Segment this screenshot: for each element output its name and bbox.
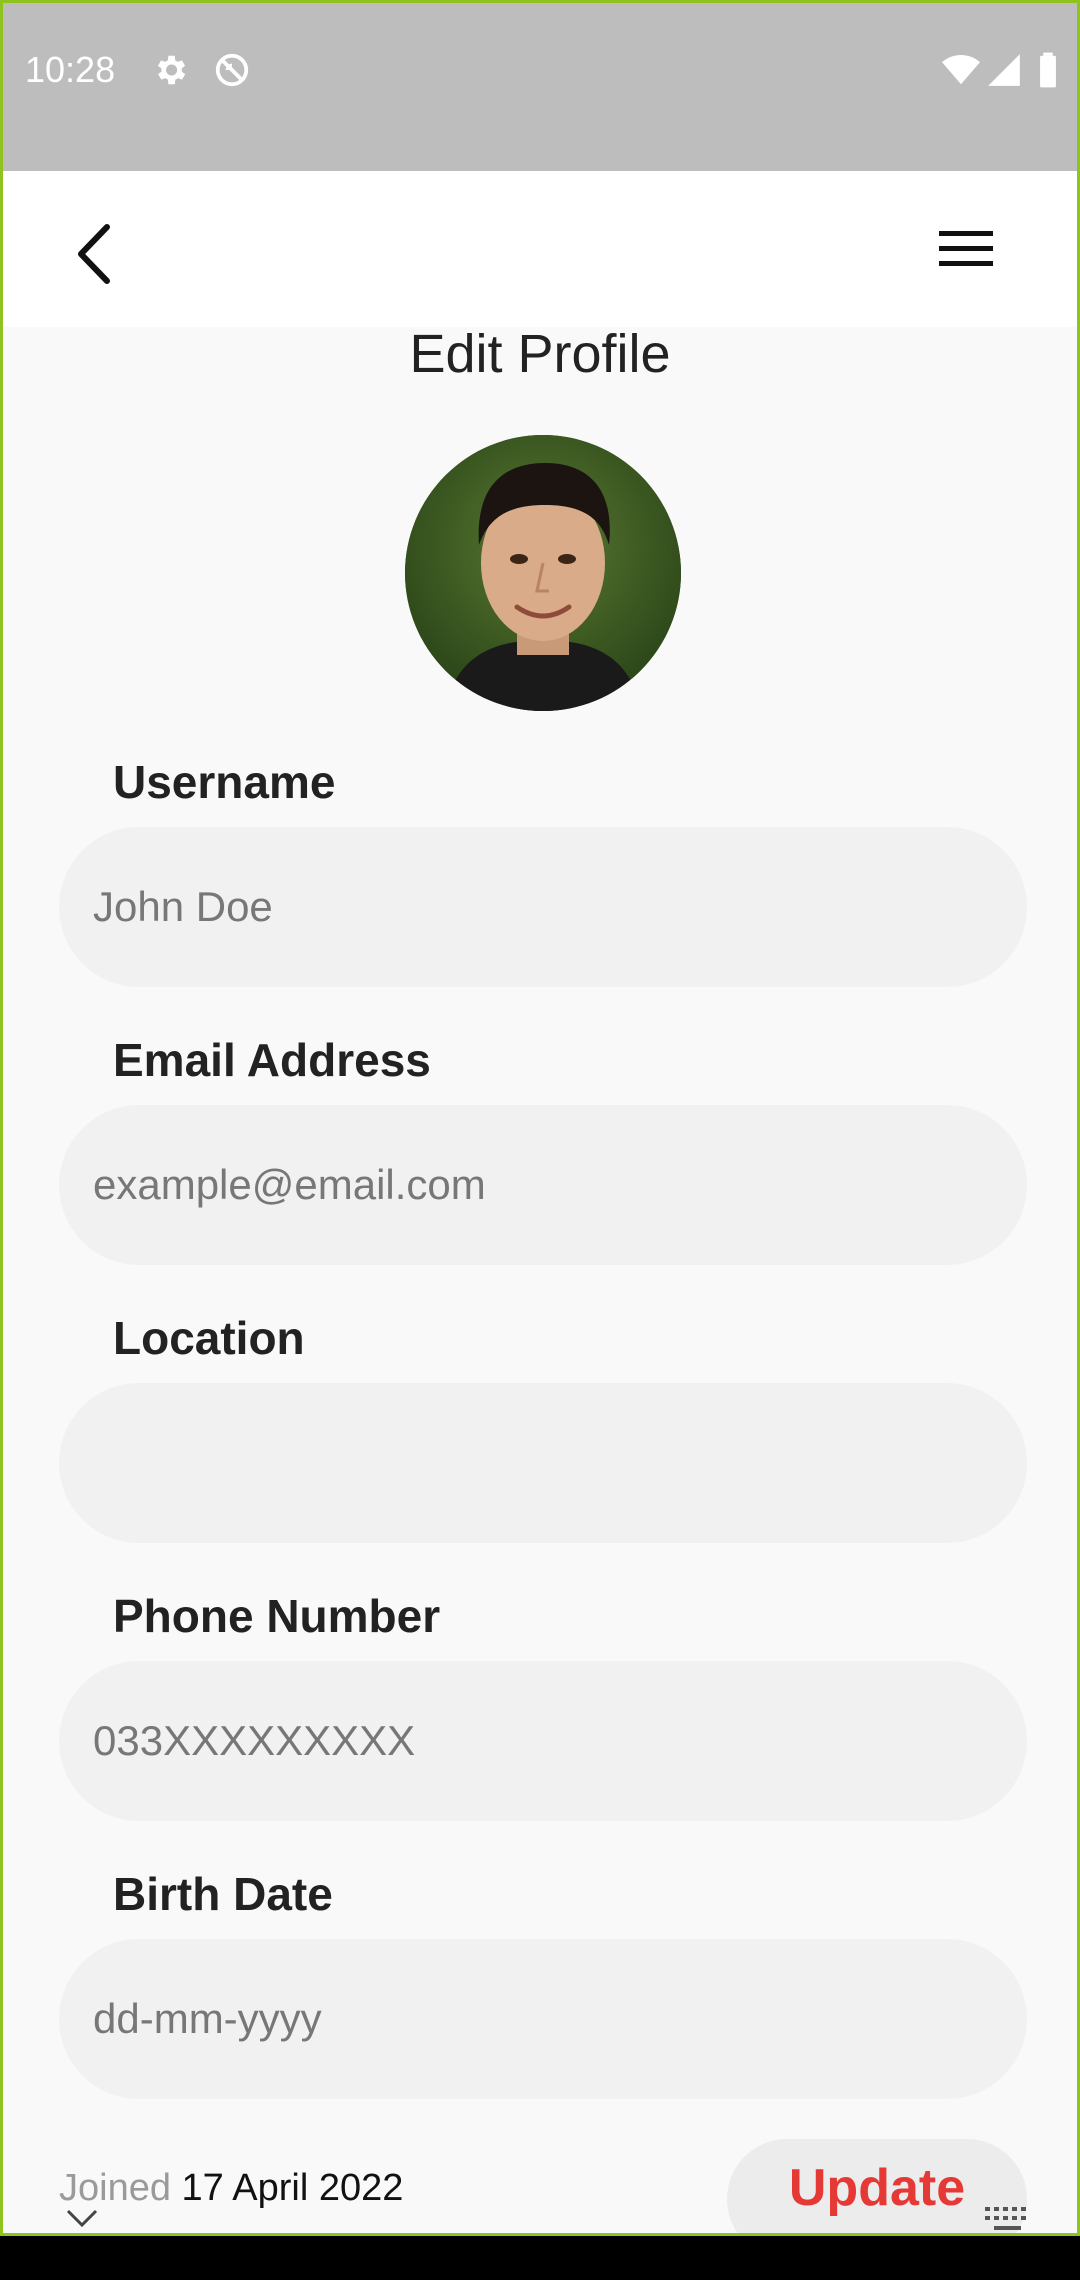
joined-label: Joined (59, 2167, 171, 2209)
username-field[interactable] (59, 827, 1027, 987)
birth-date-label: Birth Date (113, 1868, 333, 1920)
location-label: Location (113, 1312, 305, 1364)
avatar-photo (405, 435, 681, 711)
joined-date: 17 April 2022 (181, 2167, 404, 2209)
app-screen: 10:28 Edit Profile Username John Doe Ema… (0, 0, 1080, 2236)
do-not-disturb-icon (215, 53, 249, 87)
app-bar (3, 171, 1077, 327)
status-time: 10:28 (25, 49, 116, 90)
update-button[interactable]: Update (727, 2139, 1027, 2233)
status-bar: 10:28 (3, 3, 1077, 171)
location-field[interactable] (59, 1383, 1027, 1543)
signal-icon (988, 54, 1020, 86)
hamburger-menu-icon[interactable] (939, 227, 993, 271)
keyboard-icon[interactable] (983, 2205, 1033, 2235)
keyboard-hide-icon[interactable] (65, 2207, 99, 2229)
gear-icon (157, 55, 186, 85)
profile-avatar[interactable] (405, 435, 681, 711)
wifi-icon (942, 54, 980, 85)
joined-info: Joined 17 April 2022 (59, 2167, 403, 2210)
email-field[interactable] (59, 1105, 1027, 1265)
battery-icon (1040, 52, 1056, 88)
email-label: Email Address (113, 1034, 431, 1086)
back-arrow-icon[interactable] (63, 219, 133, 289)
phone-number-label: Phone Number (113, 1590, 441, 1642)
username-label: Username (113, 756, 336, 808)
phone-number-field[interactable] (59, 1661, 1027, 1821)
birth-date-field[interactable] (59, 1939, 1027, 2099)
page-title: Edit Profile (409, 324, 671, 384)
